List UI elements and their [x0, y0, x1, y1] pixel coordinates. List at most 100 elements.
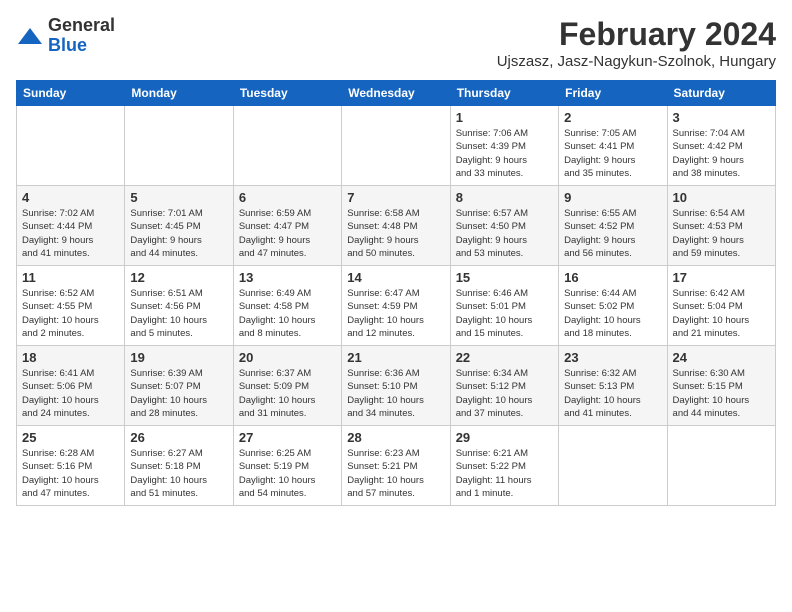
day-number: 10 — [673, 190, 770, 205]
day-number: 26 — [130, 430, 227, 445]
calendar-cell: 20 Sunrise: 6:37 AM Sunset: 5:09 PM Dayli… — [233, 346, 341, 426]
day-info: Sunrise: 7:05 AM Sunset: 4:41 PM Dayligh… — [564, 127, 661, 180]
day-number: 18 — [22, 350, 119, 365]
calendar-title: February 2024 — [497, 16, 776, 53]
calendar-cell: 16 Sunrise: 6:44 AM Sunset: 5:02 PM Dayli… — [559, 266, 667, 346]
day-info: Sunrise: 6:54 AM Sunset: 4:53 PM Dayligh… — [673, 207, 770, 260]
week-row: 11 Sunrise: 6:52 AM Sunset: 4:55 PM Dayli… — [17, 266, 776, 346]
day-info: Sunrise: 6:55 AM Sunset: 4:52 PM Dayligh… — [564, 207, 661, 260]
day-number: 12 — [130, 270, 227, 285]
day-info: Sunrise: 6:27 AM Sunset: 5:18 PM Dayligh… — [130, 447, 227, 500]
calendar-cell — [559, 426, 667, 506]
day-info: Sunrise: 6:42 AM Sunset: 5:04 PM Dayligh… — [673, 287, 770, 340]
calendar-cell — [667, 426, 775, 506]
day-number: 4 — [22, 190, 119, 205]
calendar-cell — [342, 106, 450, 186]
day-info: Sunrise: 6:44 AM Sunset: 5:02 PM Dayligh… — [564, 287, 661, 340]
col-header-tuesday: Tuesday — [233, 81, 341, 106]
day-number: 6 — [239, 190, 336, 205]
day-info: Sunrise: 6:59 AM Sunset: 4:47 PM Dayligh… — [239, 207, 336, 260]
calendar-cell: 25 Sunrise: 6:28 AM Sunset: 5:16 PM Dayli… — [17, 426, 125, 506]
page-header: General Blue February 2024 Ujszasz, Jasz… — [16, 16, 776, 70]
day-info: Sunrise: 6:21 AM Sunset: 5:22 PM Dayligh… — [456, 447, 553, 500]
week-row: 1Sunrise: 7:06 AM Sunset: 4:39 PM Daylig… — [17, 106, 776, 186]
calendar-cell: 8 Sunrise: 6:57 AM Sunset: 4:50 PM Daylig… — [450, 186, 558, 266]
logo: General Blue — [16, 16, 115, 56]
day-number: 22 — [456, 350, 553, 365]
day-number: 28 — [347, 430, 444, 445]
calendar-cell: 6 Sunrise: 6:59 AM Sunset: 4:47 PM Daylig… — [233, 186, 341, 266]
day-info: Sunrise: 6:23 AM Sunset: 5:21 PM Dayligh… — [347, 447, 444, 500]
calendar-cell: 17Sunrise: 6:42 AM Sunset: 5:04 PM Dayli… — [667, 266, 775, 346]
calendar-cell: 26 Sunrise: 6:27 AM Sunset: 5:18 PM Dayli… — [125, 426, 233, 506]
day-number: 11 — [22, 270, 119, 285]
week-row: 25 Sunrise: 6:28 AM Sunset: 5:16 PM Dayli… — [17, 426, 776, 506]
day-number: 27 — [239, 430, 336, 445]
col-header-wednesday: Wednesday — [342, 81, 450, 106]
calendar-cell: 27 Sunrise: 6:25 AM Sunset: 5:19 PM Dayli… — [233, 426, 341, 506]
calendar-header-row: SundayMondayTuesdayWednesdayThursdayFrid… — [17, 81, 776, 106]
calendar-cell: 2 Sunrise: 7:05 AM Sunset: 4:41 PM Daylig… — [559, 106, 667, 186]
day-info: Sunrise: 6:52 AM Sunset: 4:55 PM Dayligh… — [22, 287, 119, 340]
day-info: Sunrise: 6:46 AM Sunset: 5:01 PM Dayligh… — [456, 287, 553, 340]
day-info: Sunrise: 6:34 AM Sunset: 5:12 PM Dayligh… — [456, 367, 553, 420]
day-info: Sunrise: 6:57 AM Sunset: 4:50 PM Dayligh… — [456, 207, 553, 260]
day-number: 13 — [239, 270, 336, 285]
day-number: 29 — [456, 430, 553, 445]
calendar-cell: 28 Sunrise: 6:23 AM Sunset: 5:21 PM Dayli… — [342, 426, 450, 506]
day-number: 9 — [564, 190, 661, 205]
day-number: 15 — [456, 270, 553, 285]
calendar-table: SundayMondayTuesdayWednesdayThursdayFrid… — [16, 80, 776, 506]
logo-text: General Blue — [48, 16, 115, 56]
calendar-cell — [125, 106, 233, 186]
logo-blue: Blue — [48, 36, 115, 56]
calendar-cell — [17, 106, 125, 186]
calendar-subtitle: Ujszasz, Jasz-Nagykun-Szolnok, Hungary — [497, 53, 776, 70]
calendar-cell: 19Sunrise: 6:39 AM Sunset: 5:07 PM Dayli… — [125, 346, 233, 426]
calendar-cell: 18Sunrise: 6:41 AM Sunset: 5:06 PM Dayli… — [17, 346, 125, 426]
col-header-saturday: Saturday — [667, 81, 775, 106]
calendar-cell: 14 Sunrise: 6:47 AM Sunset: 4:59 PM Dayli… — [342, 266, 450, 346]
week-row: 4Sunrise: 7:02 AM Sunset: 4:44 PM Daylig… — [17, 186, 776, 266]
title-block: February 2024 Ujszasz, Jasz-Nagykun-Szol… — [497, 16, 776, 70]
day-number: 8 — [456, 190, 553, 205]
calendar-cell: 13 Sunrise: 6:49 AM Sunset: 4:58 PM Dayli… — [233, 266, 341, 346]
calendar-cell: 10 Sunrise: 6:54 AM Sunset: 4:53 PM Dayli… — [667, 186, 775, 266]
day-number: 14 — [347, 270, 444, 285]
day-number: 20 — [239, 350, 336, 365]
col-header-sunday: Sunday — [17, 81, 125, 106]
calendar-cell: 11 Sunrise: 6:52 AM Sunset: 4:55 PM Dayli… — [17, 266, 125, 346]
col-header-monday: Monday — [125, 81, 233, 106]
day-number: 19 — [130, 350, 227, 365]
week-row: 18Sunrise: 6:41 AM Sunset: 5:06 PM Dayli… — [17, 346, 776, 426]
day-info: Sunrise: 6:58 AM Sunset: 4:48 PM Dayligh… — [347, 207, 444, 260]
day-info: Sunrise: 7:01 AM Sunset: 4:45 PM Dayligh… — [130, 207, 227, 260]
day-info: Sunrise: 6:36 AM Sunset: 5:10 PM Dayligh… — [347, 367, 444, 420]
day-number: 23 — [564, 350, 661, 365]
day-info: Sunrise: 6:47 AM Sunset: 4:59 PM Dayligh… — [347, 287, 444, 340]
day-info: Sunrise: 6:25 AM Sunset: 5:19 PM Dayligh… — [239, 447, 336, 500]
calendar-cell: 12 Sunrise: 6:51 AM Sunset: 4:56 PM Dayli… — [125, 266, 233, 346]
calendar-cell: 23Sunrise: 6:32 AM Sunset: 5:13 PM Dayli… — [559, 346, 667, 426]
day-info: Sunrise: 7:04 AM Sunset: 4:42 PM Dayligh… — [673, 127, 770, 180]
logo-icon — [16, 24, 44, 52]
day-number: 25 — [22, 430, 119, 445]
col-header-thursday: Thursday — [450, 81, 558, 106]
calendar-cell: 22 Sunrise: 6:34 AM Sunset: 5:12 PM Dayli… — [450, 346, 558, 426]
day-info: Sunrise: 6:51 AM Sunset: 4:56 PM Dayligh… — [130, 287, 227, 340]
calendar-cell: 29 Sunrise: 6:21 AM Sunset: 5:22 PM Dayli… — [450, 426, 558, 506]
calendar-cell: 5 Sunrise: 7:01 AM Sunset: 4:45 PM Daylig… — [125, 186, 233, 266]
calendar-cell: 4Sunrise: 7:02 AM Sunset: 4:44 PM Daylig… — [17, 186, 125, 266]
day-info: Sunrise: 6:28 AM Sunset: 5:16 PM Dayligh… — [22, 447, 119, 500]
day-info: Sunrise: 6:49 AM Sunset: 4:58 PM Dayligh… — [239, 287, 336, 340]
calendar-cell: 1Sunrise: 7:06 AM Sunset: 4:39 PM Daylig… — [450, 106, 558, 186]
day-number: 5 — [130, 190, 227, 205]
day-number: 1 — [456, 110, 553, 125]
calendar-cell: 9 Sunrise: 6:55 AM Sunset: 4:52 PM Daylig… — [559, 186, 667, 266]
day-number: 21 — [347, 350, 444, 365]
day-number: 2 — [564, 110, 661, 125]
day-number: 7 — [347, 190, 444, 205]
day-number: 16 — [564, 270, 661, 285]
day-info: Sunrise: 6:37 AM Sunset: 5:09 PM Dayligh… — [239, 367, 336, 420]
calendar-cell: 15 Sunrise: 6:46 AM Sunset: 5:01 PM Dayli… — [450, 266, 558, 346]
